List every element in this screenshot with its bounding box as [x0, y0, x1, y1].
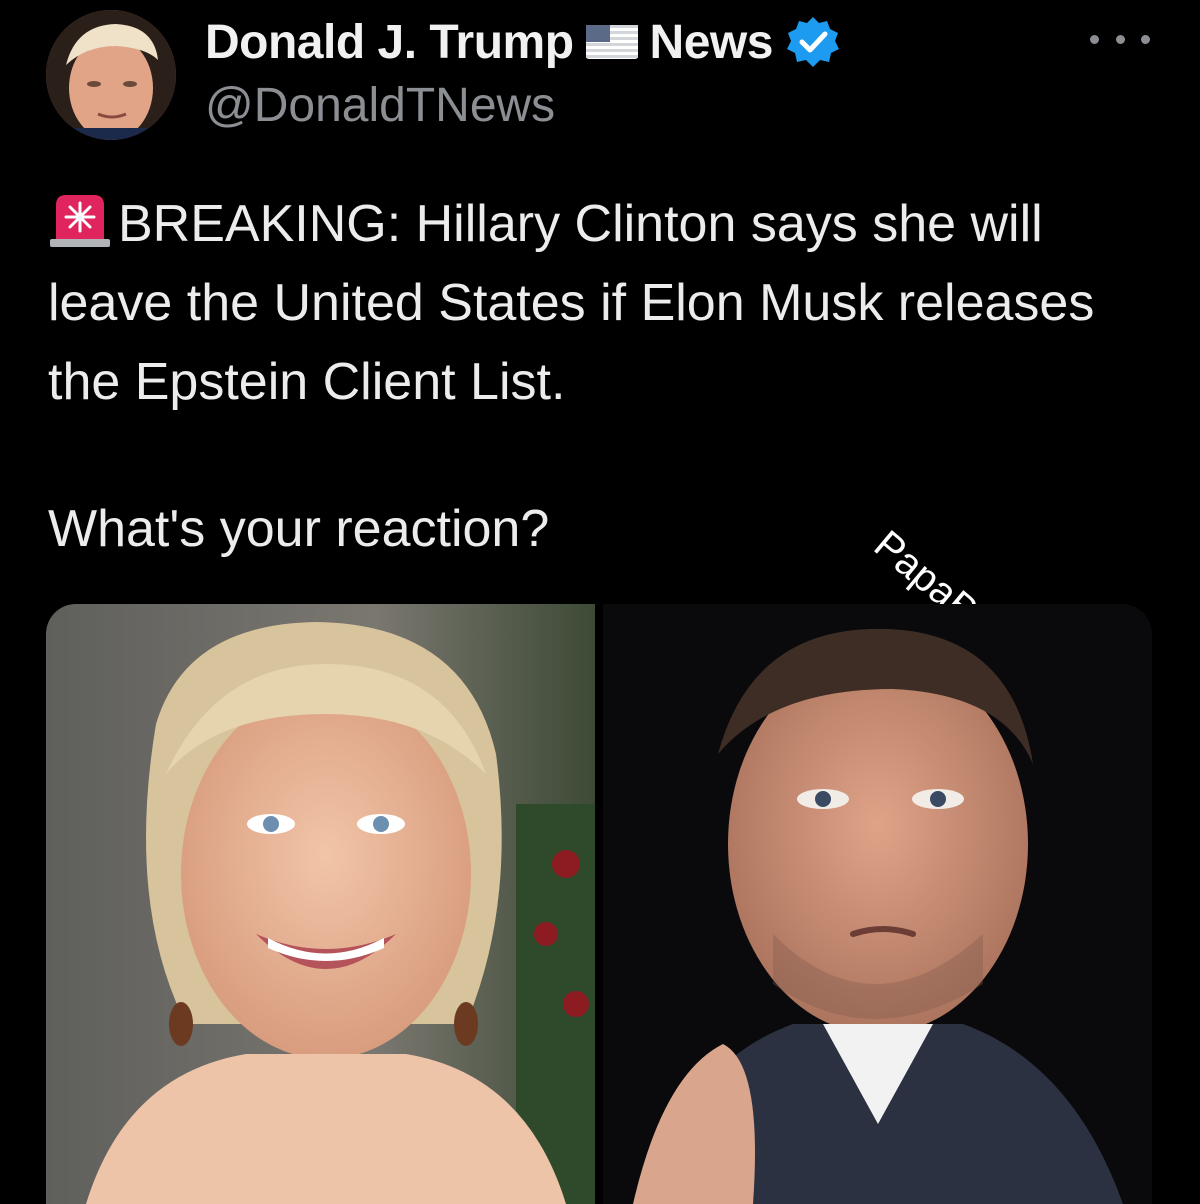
tweet[interactable]: Donald J. Trump News @DonaldTNews BREAKI… — [0, 0, 1200, 1204]
display-name-second[interactable]: News — [650, 15, 774, 70]
tweet-question: What's your reaction? — [48, 500, 550, 558]
photo-right[interactable] — [603, 604, 1152, 1204]
more-options-icon[interactable] — [1090, 24, 1150, 54]
more-dot — [1090, 34, 1099, 44]
us-flag-icon — [585, 25, 638, 59]
police-siren-icon — [48, 191, 112, 249]
user-handle[interactable]: @DonaldTNews — [205, 78, 555, 133]
tweet-media[interactable] — [46, 604, 1152, 1204]
more-dot — [1115, 34, 1125, 44]
more-dot — [1141, 34, 1150, 44]
tweet-body-text: BREAKING: Hillary Clinton says she will … — [48, 195, 1095, 411]
name-row: Donald J. Trump News — [205, 10, 841, 74]
profile-avatar[interactable] — [46, 10, 176, 140]
verified-badge-icon[interactable] — [785, 14, 841, 70]
photo-left[interactable] — [46, 604, 595, 1204]
tweet-body: BREAKING: Hillary Clinton says she will … — [48, 185, 1148, 422]
display-name-first[interactable]: Donald J. Trump — [205, 15, 574, 70]
